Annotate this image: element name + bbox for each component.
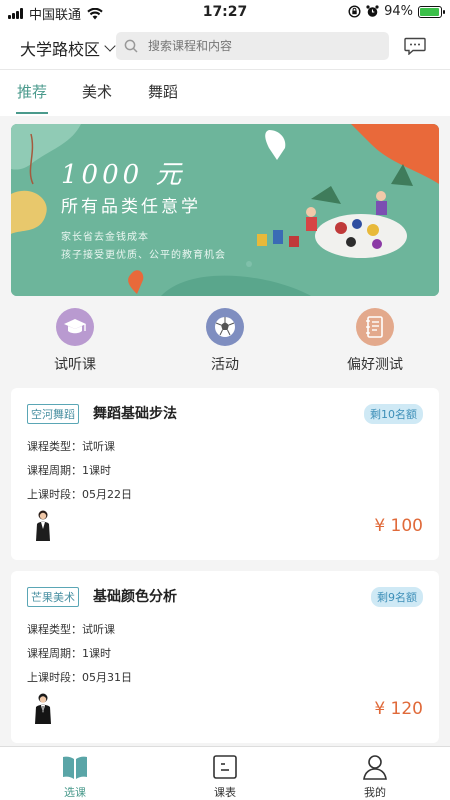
user-icon (363, 755, 387, 780)
teacher-avatar (36, 510, 50, 541)
tab-dance[interactable]: 舞蹈 (148, 81, 178, 102)
banner-line-2: 孩子接受更优质、公平的教育机会 (61, 250, 226, 261)
nav-label: 我的 (364, 786, 386, 799)
course-card[interactable]: 空河舞蹈 舞蹈基础步法 剩10名额 课程类型：试听课 课程周期：1课时 上课时段… (11, 388, 439, 560)
nav-label: 选课 (64, 786, 86, 799)
book-icon (63, 756, 87, 779)
course-tag: 芒果美术 (27, 587, 79, 607)
battery-percent: 94% (384, 4, 413, 19)
quota-badge: 剩9名额 (371, 587, 423, 607)
course-tag: 空河舞蹈 (27, 404, 79, 424)
course-period: 课程周期：1课时 (27, 647, 111, 660)
course-card[interactable]: 芒果美术 基础颜色分析 剩9名额 课程类型：试听课 课程周期：1课时 上课时段：… (11, 571, 439, 743)
tab-art[interactable]: 美术 (82, 81, 112, 102)
quick-entry-label: 活动 (211, 357, 239, 373)
teacher-avatar (35, 693, 51, 724)
quick-entry-label: 试听课 (54, 357, 96, 373)
course-session: 上课时段：05月31日 (27, 671, 132, 684)
course-period: 课程周期：1课时 (27, 464, 111, 477)
course-price: ¥ 120 (374, 699, 423, 719)
course-title: 舞蹈基础步法 (93, 406, 177, 422)
banner-line-1: 家长省去金钱成本 (61, 232, 149, 243)
top-header: 大学路校区 (0, 24, 450, 70)
active-tab-indicator (16, 112, 48, 114)
battery-fill (420, 7, 439, 16)
quota-badge: 剩10名额 (364, 404, 423, 424)
nav-course-selection[interactable]: 选课 (45, 753, 105, 800)
banner-headline: 1000 元 (61, 160, 186, 190)
tab-recommended[interactable]: 推荐 (17, 81, 47, 102)
quick-entry-activity[interactable]: 活动 (175, 308, 275, 374)
search-bar[interactable] (116, 32, 389, 60)
category-tabs: 推荐 美术 舞蹈 (0, 70, 450, 116)
notebook-icon (356, 308, 394, 346)
quick-entry-preference-test[interactable]: 偏好测试 (325, 308, 425, 374)
status-bar: 中国联通 17:27 94% (0, 0, 450, 24)
course-type: 课程类型：试听课 (27, 623, 115, 636)
promo-banner[interactable]: 1000 元 所有品类任意学 家长省去金钱成本 孩子接受更优质、公平的教育机会 (11, 124, 439, 296)
quick-entry-trial[interactable]: 试听课 (25, 308, 125, 374)
campus-label: 大学路校区 (20, 40, 101, 59)
course-price: ¥ 100 (374, 516, 423, 536)
course-session: 上课时段：05月22日 (27, 488, 132, 501)
search-input[interactable] (148, 39, 368, 53)
nav-schedule[interactable]: 课表 (195, 753, 255, 800)
rotation-lock-icon (348, 5, 361, 18)
bottom-navigation: 选课 课表 我的 (0, 746, 450, 800)
schedule-icon (213, 755, 237, 779)
soccer-ball-icon (206, 308, 244, 346)
course-type: 课程类型：试听课 (27, 440, 115, 453)
course-title: 基础颜色分析 (93, 589, 177, 605)
message-icon[interactable] (404, 37, 426, 55)
campus-selector[interactable]: 大学路校区 (20, 36, 116, 60)
graduation-cap-icon (56, 308, 94, 346)
banner-subhead: 所有品类任意学 (61, 197, 201, 217)
alarm-icon (366, 5, 379, 17)
battery-icon (418, 5, 445, 18)
search-icon (124, 39, 138, 53)
quick-entry-label: 偏好测试 (347, 357, 403, 373)
nav-label: 课表 (214, 786, 236, 799)
nav-profile[interactable]: 我的 (345, 753, 405, 800)
chevron-down-icon (104, 39, 116, 52)
